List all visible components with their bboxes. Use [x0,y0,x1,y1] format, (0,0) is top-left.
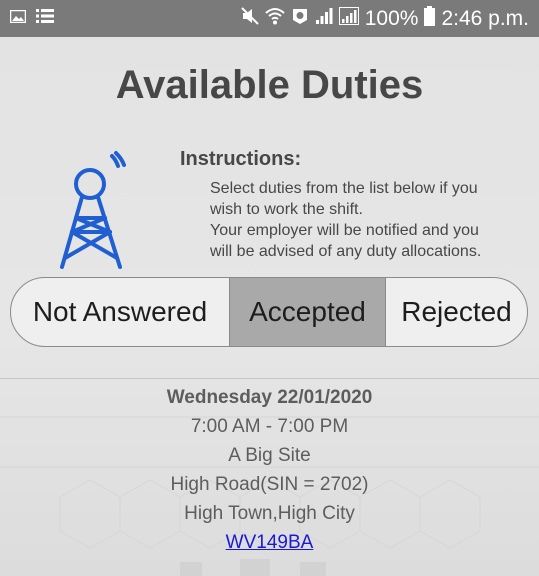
divider [0,378,539,379]
signal-icon [315,7,333,31]
instructions-line: Your employer will be notified and you [210,222,479,239]
instructions-line: will be advised of any duty allocations. [210,243,482,260]
battery-icon [424,6,436,32]
duty-town: High Town,High City [184,503,355,524]
instructions-text: Select duties from the list below if you… [210,178,530,262]
list-icon [36,9,54,28]
duty-reference-link[interactable]: WV149BA [0,528,539,557]
duty-address: High Road(SIN = 2702) [170,474,369,495]
signal-icon-2 [338,7,359,31]
duty-day: Wednesday 22/01/2020 [166,387,373,408]
instructions-title: Instructions: [180,148,302,170]
clock: 2:46 p.m. [441,7,529,30]
duty-item[interactable]: Wednesday 22/01/2020 7:00 AM - 7:00 PM A… [0,383,539,557]
main-content: Available Duties Instructions: Select du… [0,37,539,576]
duty-time: 7:00 AM - 7:00 PM [190,416,349,437]
duty-site: A Big Site [228,445,311,466]
mute-icon [241,7,259,31]
tab-rejected[interactable]: Rejected [386,278,527,346]
instructions-line: wish to work the shift. [210,201,363,218]
signal-tower-icon [52,150,132,275]
status-bar: 100% 2:46 p.m. [0,0,539,37]
wifi-icon [265,7,285,31]
tab-not-answered[interactable]: Not Answered [11,278,229,346]
page-title: Available Duties [115,63,424,107]
battery-percent: 100% [364,7,419,30]
sync-icon [291,7,309,31]
image-icon [9,9,27,28]
tab-accepted[interactable]: Accepted [229,278,386,346]
instructions-line: Select duties from the list below if you [210,180,478,197]
duty-status-tabs: Not Answered Accepted Rejected [10,277,528,347]
